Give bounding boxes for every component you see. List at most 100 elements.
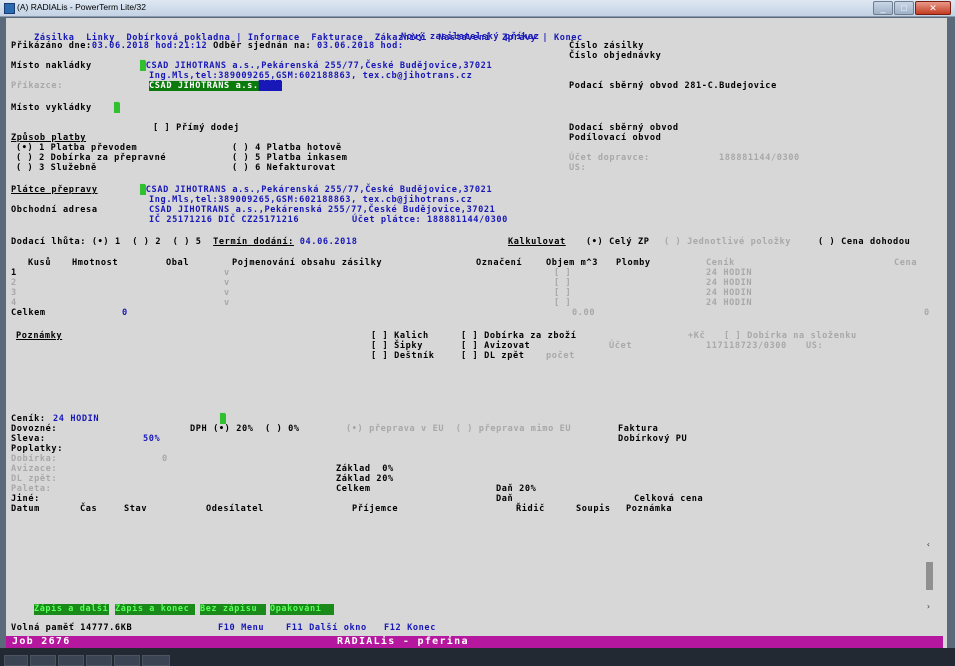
taskbar-item[interactable]	[4, 655, 28, 666]
column-header-kusu: Kusů	[28, 258, 52, 268]
taskbar-item[interactable]	[86, 655, 112, 666]
odber-label: Odběr sjednán na:	[213, 41, 312, 51]
prikazce-field[interactable]: CSAD JIHOTRANS a.s.████	[149, 81, 282, 91]
maximize-button[interactable]: □	[894, 1, 914, 15]
f12-end[interactable]: F12 Konec	[384, 623, 436, 633]
jednotlive-polozky-radio[interactable]: ( ) Jednotlivé položky	[664, 237, 791, 247]
platba-opt2-radio[interactable]: ( ) 2 Dobírka za přepravné	[16, 153, 166, 163]
scroll-left-icon[interactable]: ‹	[926, 540, 931, 549]
taskbar	[0, 648, 955, 666]
opakovani-button[interactable]: Opakování	[270, 604, 334, 615]
dph-radio[interactable]: DPH (•) 20% ( ) 0%	[190, 424, 300, 434]
primy-dodej-checkbox[interactable]: [ ] Přímý dodej	[153, 123, 240, 133]
table-row-cenik: 24 HODIN	[706, 268, 753, 278]
objem-checkbox[interactable]: [ ]	[554, 288, 571, 298]
avizovat-checkbox[interactable]: [ ] Avizovat	[461, 341, 530, 351]
history-header-ridic: Řidič	[516, 504, 545, 514]
celkova-cena-label: Celková cena	[634, 494, 704, 504]
history-header-prijemce: Příjemce	[352, 504, 399, 514]
obal-dropdown-icon[interactable]: v	[224, 288, 230, 298]
celkovy-zp-radio[interactable]: (•) Celý ZP	[586, 237, 650, 247]
platba-opt3-radio[interactable]: ( ) 3 Služebně	[16, 163, 97, 173]
platce-contact: Ing.Mls,tel:389009265,GSM:602188863, tex…	[149, 195, 473, 205]
taskbar-item[interactable]	[114, 655, 140, 666]
faktura-label: Faktura	[618, 424, 659, 434]
cena-dohodou-radio[interactable]: ( ) Cena dohodou	[818, 237, 910, 247]
obal-dropdown-icon[interactable]: v	[224, 298, 230, 308]
f10-menu[interactable]: F10 Menu	[218, 623, 264, 633]
zapis-a-dalsi-button[interactable]: Zápis a další	[34, 604, 109, 615]
bez-zapisu-button[interactable]: Bez zápisu	[200, 604, 266, 615]
platce-address: CSAD JIHOTRANS a.s.,Pekárenská 255/77,Če…	[145, 185, 493, 195]
dobirka-slozenku-checkbox[interactable]: [ ] Dobírka na složenku	[724, 331, 857, 341]
nakladka-field[interactable]: █CSAD JIHOTRANS a.s.,Pekárenská 255/77,Č…	[140, 61, 492, 71]
objem-checkbox[interactable]: [ ]	[554, 268, 571, 278]
taskbar-item[interactable]	[58, 655, 84, 666]
dan-label: Daň	[496, 494, 514, 504]
dovozne-label: Dovozné:	[11, 424, 58, 434]
table-total-value: 0	[122, 308, 128, 318]
prikazano-label: Přikázáno dne:	[11, 41, 92, 51]
table-row-num: 2	[11, 278, 17, 288]
taskbar-item[interactable]	[142, 655, 170, 666]
history-scrollbar[interactable]: ‹ ›	[925, 540, 935, 612]
platce-field[interactable]: █CSAD JIHOTRANS a.s.,Pekárenská 255/77,Č…	[140, 185, 492, 195]
prikazano-row: Přikázáno dne:03.06.2018 hod:21:12 Odběr…	[11, 41, 404, 51]
termin-dodani-value[interactable]: 04.06.2018	[300, 237, 358, 247]
ic-dic-value: IČ 25171216 DIČ CZ25171216	[149, 215, 300, 225]
taskbar-item[interactable]	[30, 655, 56, 666]
obal-dropdown-icon[interactable]: v	[224, 278, 230, 288]
sleva-value: 50%	[143, 434, 161, 444]
platba-opt6-radio[interactable]: ( ) 6 Nefakturovat	[232, 163, 336, 173]
destnik-checkbox[interactable]: [ ] Deštník	[371, 351, 435, 361]
us-label: US:	[569, 163, 587, 173]
odber-value[interactable]: 03.06.2018 hod:	[317, 41, 404, 51]
history-header-cas: Čas	[80, 504, 98, 514]
zaklad-20-label: Základ 20%	[336, 474, 394, 484]
scrollbar-thumb[interactable]	[926, 562, 933, 590]
field-cursor: █	[220, 414, 226, 424]
obal-dropdown-icon[interactable]: v	[224, 268, 230, 278]
cislo-zasilky-label: Číslo zásilky	[569, 41, 645, 51]
history-header-odesilatel: Odesílatel	[206, 504, 264, 514]
dobirka-zbozi-checkbox[interactable]: [ ] Dobírka za zboží	[461, 331, 576, 341]
dodaci-lhuta-options[interactable]: (•) 1 ( ) 2 ( ) 5	[92, 237, 202, 247]
kalich-checkbox[interactable]: [ ] Kalich	[371, 331, 429, 341]
platba-opt5-radio[interactable]: ( ) 5 Platba inkasem	[232, 153, 347, 163]
scroll-right-icon[interactable]: ›	[926, 602, 931, 611]
objem-checkbox[interactable]: [ ]	[554, 278, 571, 288]
nakladka-label: Místo nakládky	[11, 61, 92, 71]
dl-zpet-checkbox[interactable]: [ ] DL zpět	[461, 351, 525, 361]
dodaci-lhuta-label: Dodací lhůta:	[11, 237, 87, 247]
vykladka-field[interactable]: █	[114, 103, 120, 113]
dl-zpet-label: DL zpět:	[11, 474, 58, 484]
close-button[interactable]: ✕	[915, 1, 951, 15]
cenik-summary-label: Ceník:	[11, 414, 46, 424]
preprava-eu-radio[interactable]: (•) přeprava v EU ( ) přeprava mimo EU	[346, 424, 571, 434]
table-total-label: Celkem	[11, 308, 46, 318]
free-memory: Volná paměť 14777.6KB	[11, 623, 133, 633]
terminal-screen[interactable]: Zásilka Linky Dobírková pokladna | Infor…	[6, 18, 947, 648]
summary-cursor[interactable]: █	[220, 414, 226, 424]
status-bar: Job 2676 RADIALis - pferina	[6, 636, 943, 648]
app-user: RADIALis - pferina	[337, 636, 469, 647]
dodaci-row: Dodací lhůta: (•) 1 ( ) 2 ( ) 5 Termín d…	[11, 237, 358, 247]
objem-checkbox[interactable]: [ ]	[554, 298, 571, 308]
table-row-cenik: 24 HODIN	[706, 278, 753, 288]
column-header-objem: Objem m^3	[546, 258, 598, 268]
minimize-button[interactable]: _	[873, 1, 893, 15]
column-header-cena: Cena	[894, 258, 918, 268]
sipky-checkbox[interactable]: [ ] Šipky	[371, 341, 423, 351]
platba-opt4-radio[interactable]: ( ) 4 Platba hotově	[232, 143, 342, 153]
cislo-objednavky-label: Číslo objednávky	[569, 51, 662, 61]
zapis-a-konec-button[interactable]: Zápis a konec	[115, 604, 195, 615]
window-title: (A) RADIALis - PowerTerm Lite/32	[17, 2, 146, 12]
poznamky-label[interactable]: Poznámky	[16, 331, 62, 341]
f11-next-window[interactable]: F11 Další okno	[286, 623, 367, 633]
opakovani-label: Opakování	[270, 604, 322, 614]
termin-dodani-label: Termín dodání:	[213, 237, 294, 247]
window-titlebar: (A) RADIALis - PowerTerm Lite/32 _ □ ✕	[0, 0, 955, 17]
jine-label: Jiné:	[11, 494, 40, 504]
column-header-hmotnost: Hmotnost	[72, 258, 119, 268]
platba-opt1-radio[interactable]: (•) 1 Platba převodem	[16, 143, 137, 153]
